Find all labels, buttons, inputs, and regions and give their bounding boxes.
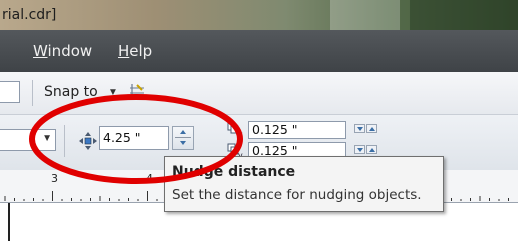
duplicate-x-increment[interactable] [366, 124, 377, 133]
nudge-distance-icon [79, 132, 97, 150]
page-border-left [8, 203, 10, 241]
snap-options-icon[interactable] [128, 82, 146, 102]
duplicate-x-value: 0.125 " [252, 122, 298, 137]
nudge-distance-spinner[interactable] [172, 126, 194, 150]
duplicate-x-decrement[interactable] [354, 124, 365, 133]
duplicate-y-increment[interactable] [366, 145, 377, 154]
ruler-label-3: 3 [51, 172, 58, 185]
tooltip-description: Set the distance for nudging objects. [172, 187, 422, 203]
menu-window-mnemonic: W [33, 42, 48, 60]
tooltip-title: Nudge distance [172, 164, 296, 180]
dropdown-arrow-icon: ▼ [42, 133, 52, 144]
menu-window-label: indow [47, 42, 93, 60]
svg-text:x: x [238, 130, 243, 139]
window-title: rial.cdr] [2, 7, 57, 23]
menu-help-label: elp [129, 42, 153, 60]
tooltip: Nudge distance Set the distance for nudg… [164, 156, 444, 212]
standard-toolbar: Snap to ▼ [0, 72, 518, 115]
menu-window[interactable]: Window [33, 42, 92, 60]
combo-box-edge[interactable] [0, 81, 20, 103]
menu-bar: Window Help [0, 30, 518, 72]
menu-help[interactable]: Help [118, 42, 152, 60]
duplicate-x-icon: x [227, 122, 243, 139]
duplicate-y-decrement[interactable] [354, 145, 365, 154]
nudge-distance-value: 4.25 " [103, 130, 141, 145]
ruler-label-4: 4 [146, 172, 153, 185]
nudge-distance-input[interactable]: 4.25 " [99, 126, 169, 150]
snap-dropdown-arrow-icon[interactable]: ▼ [108, 87, 118, 98]
previous-control-dropdown[interactable]: ▼ [0, 129, 56, 151]
snap-to-label[interactable]: Snap to [44, 84, 98, 100]
duplicate-x-input[interactable]: 0.125 " [248, 121, 346, 139]
menu-help-mnemonic: H [118, 42, 130, 60]
title-bar: rial.cdr] [0, 0, 518, 30]
